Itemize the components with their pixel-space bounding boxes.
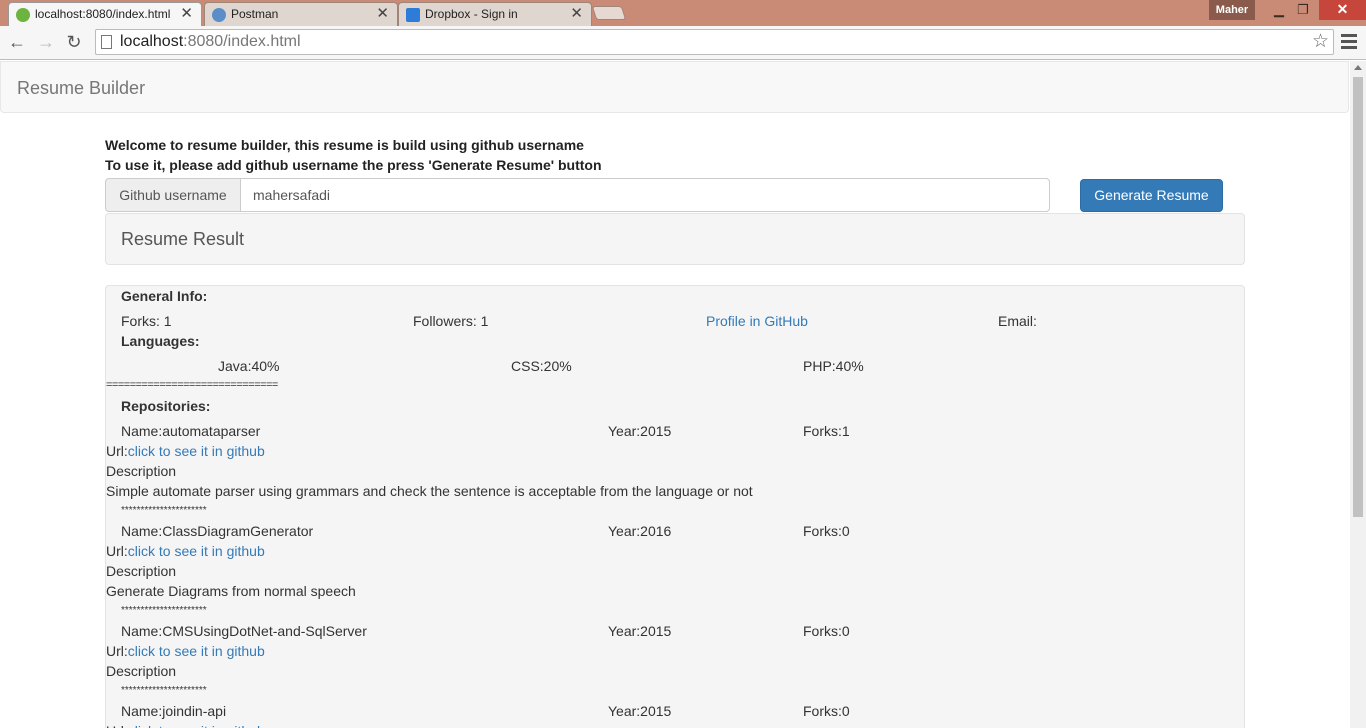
repo-divider: ********************** [121, 685, 207, 696]
address-bar[interactable]: localhost:8080/index.html ☆ [95, 29, 1334, 55]
restore-icon[interactable]: ❐ [1292, 0, 1314, 20]
repo-url: Url:click to see it in github [106, 543, 265, 559]
repo-name: Name:CMSUsingDotNet-and-SqlServer [121, 623, 367, 639]
close-icon[interactable]: ✕ [180, 3, 193, 25]
repo-description: Generate Diagrams from normal speech [106, 583, 356, 599]
repo-description-label: Description [106, 463, 177, 479]
globe-icon [212, 8, 226, 22]
intro-line-1: Welcome to resume builder, this resume i… [105, 137, 584, 153]
tab-title: Postman [231, 7, 279, 21]
language-css: CSS:20% [511, 358, 572, 374]
language-php: PHP:40% [803, 358, 864, 374]
github-username-input[interactable] [240, 178, 1050, 212]
profile-github-link[interactable]: Profile in GitHub [706, 313, 808, 329]
repo-description-label: Description [106, 663, 177, 679]
username-addon-label: Github username [105, 178, 241, 212]
app-navbar: Resume Builder [0, 61, 1349, 113]
repo-url: Url:click to see it in github [106, 723, 265, 728]
repo-divider: ********************** [121, 505, 207, 516]
vertical-scrollbar[interactable] [1350, 61, 1366, 728]
tab-title: Dropbox - Sign in [425, 7, 518, 21]
window-close-button[interactable]: ✕ [1319, 0, 1366, 20]
browser-titlebar: localhost:8080/index.html ✕ Postman ✕ Dr… [0, 0, 1366, 26]
repo-description-label: Description [106, 563, 177, 579]
new-tab-button[interactable] [591, 6, 627, 20]
tab-title: localhost:8080/index.html [35, 7, 171, 21]
repo-github-link[interactable]: click to see it in github [128, 723, 265, 728]
dropbox-icon [406, 8, 420, 22]
scroll-up-arrow-icon[interactable] [1354, 65, 1362, 70]
repo-url: Url:click to see it in github [106, 443, 265, 459]
user-badge[interactable]: Maher [1209, 0, 1255, 20]
repo-forks: Forks:1 [803, 423, 850, 439]
repo-forks: Forks:0 [803, 623, 850, 639]
close-icon[interactable]: ✕ [376, 3, 389, 25]
repo-name: Name:automataparser [121, 423, 261, 439]
separator-line: ============================= [106, 379, 278, 391]
minimize-icon[interactable]: ▁ [1268, 0, 1290, 20]
tab-localhost[interactable]: localhost:8080/index.html ✕ [8, 2, 202, 26]
repo-name: Name:joindin-api [121, 703, 227, 719]
intro-text: Welcome to resume builder, this resume i… [105, 135, 602, 175]
repo-description: Simple automate parser using grammars an… [106, 483, 753, 499]
forks-count: Forks: 1 [121, 313, 172, 329]
close-icon[interactable]: ✕ [570, 3, 583, 25]
resume-result-header: Resume Result [105, 213, 1245, 265]
repo-forks: Forks:0 [803, 703, 850, 719]
repo-year: Year:2015 [608, 423, 672, 439]
repo-github-link[interactable]: click to see it in github [128, 543, 265, 559]
repo-name: Name:ClassDiagramGenerator [121, 523, 314, 539]
page-viewport: Resume Builder Welcome to resume builder… [0, 61, 1350, 728]
scrollbar-thumb[interactable] [1353, 77, 1363, 517]
spring-leaf-icon [16, 8, 30, 22]
general-info-heading: General Info: [121, 288, 208, 304]
repositories-heading: Repositories: [121, 398, 211, 414]
email-label: Email: [998, 313, 1037, 329]
forward-icon[interactable]: → [36, 32, 56, 52]
repo-year: Year:2015 [608, 623, 672, 639]
result-title: Resume Result [121, 229, 245, 249]
followers-count: Followers: 1 [413, 313, 489, 329]
reload-icon[interactable]: ↻ [64, 32, 84, 52]
browser-toolbar: ← → ↻ localhost:8080/index.html ☆ [0, 26, 1366, 60]
repo-url: Url:click to see it in github [106, 643, 265, 659]
language-java: Java:40% [218, 358, 280, 374]
page-icon [101, 35, 112, 49]
repo-github-link[interactable]: click to see it in github [128, 643, 265, 659]
repo-forks: Forks:0 [803, 523, 850, 539]
username-input-group: Github username [105, 178, 1050, 212]
bookmark-star-icon[interactable]: ☆ [1312, 30, 1329, 54]
back-icon[interactable]: ← [7, 32, 27, 52]
repo-github-link[interactable]: click to see it in github [128, 443, 265, 459]
languages-heading: Languages: [121, 333, 200, 349]
url-text: localhost:8080/index.html [120, 33, 301, 50]
intro-line-2: To use it, please add github username th… [105, 157, 602, 173]
resume-content: General Info: Forks: 1 Followers: 1 Prof… [105, 285, 1245, 728]
tab-dropbox[interactable]: Dropbox - Sign in ✕ [398, 2, 592, 26]
repo-year: Year:2015 [608, 703, 672, 719]
tab-postman[interactable]: Postman ✕ [204, 2, 398, 26]
repo-divider: ********************** [121, 605, 207, 616]
brand-title[interactable]: Resume Builder [17, 78, 145, 99]
hamburger-menu-icon[interactable] [1341, 34, 1357, 50]
repo-year: Year:2016 [608, 523, 672, 539]
generate-resume-button[interactable]: Generate Resume [1080, 179, 1223, 212]
